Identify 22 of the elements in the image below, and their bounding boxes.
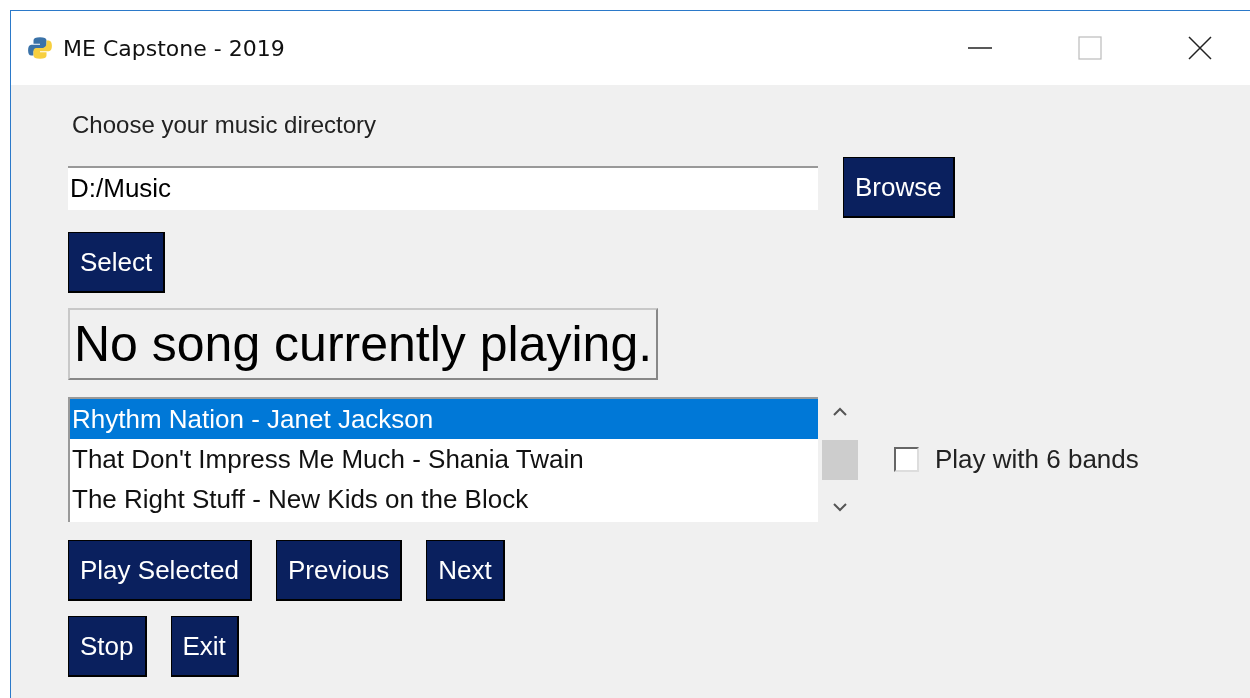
checkbox[interactable] [894,447,919,472]
scroll-down-icon[interactable] [833,502,847,512]
song-item[interactable]: That Don't Impress Me Much - Shania Twain [70,439,818,479]
control-button[interactable]: Next [426,540,505,601]
control-button[interactable]: Previous [276,540,403,601]
control-button[interactable]: Play Selected [68,540,252,601]
song-item[interactable]: Rhythm Nation - Janet Jackson [70,399,818,439]
scroll-up-icon[interactable] [833,407,847,417]
select-button[interactable]: Select [68,232,166,293]
snakes-icon [27,35,53,61]
song-list[interactable]: Rhythm Nation - Janet Jackson That Don't Impress Me Much - Shania Twain The Right Stuff - New Kids on the Block [68,397,818,522]
checkbox-label: Play with 6 bands [935,444,1139,475]
control-button[interactable]: Stop [68,616,147,677]
close-icon[interactable] [1188,36,1212,60]
window-title: ME Capstone - 2019 [63,35,285,61]
directory-field[interactable]: D:/Music [68,165,818,210]
song-item[interactable]: The Right Stuff - New Kids on the Block [70,479,818,519]
browse-button[interactable]: Browse [843,157,955,218]
directory-label: Choose your music directory [72,111,377,139]
control-button[interactable]: Exit [170,616,239,677]
scroll-thumb[interactable] [822,439,858,480]
now-playing-label: No song currently playing. [68,308,659,380]
